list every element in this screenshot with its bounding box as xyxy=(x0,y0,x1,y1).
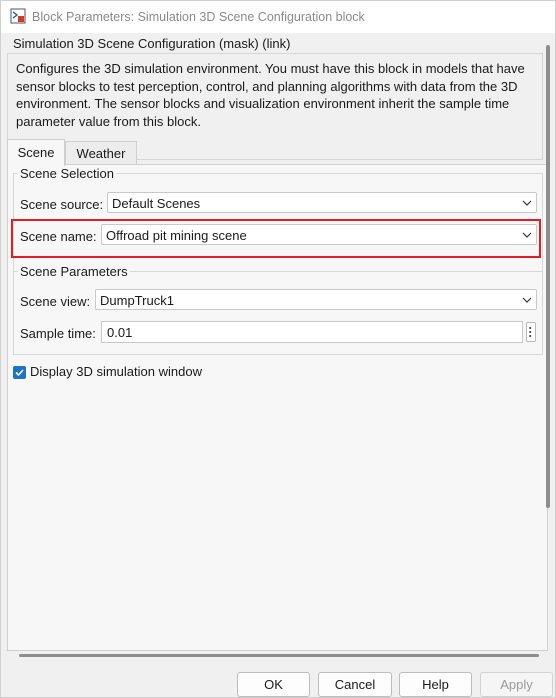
scene-name-label: Scene name: xyxy=(20,229,97,244)
scene-selection-label: Scene Selection xyxy=(18,166,116,181)
sample-time-more-button[interactable] xyxy=(526,322,536,342)
scene-parameters-label: Scene Parameters xyxy=(18,264,130,279)
vertical-ellipsis-icon xyxy=(529,326,532,338)
scene-name-dropdown[interactable]: Offroad pit mining scene xyxy=(101,224,537,245)
window-title: Block Parameters: Simulation 3D Scene Co… xyxy=(32,10,365,24)
chevron-down-icon xyxy=(522,200,532,206)
chevron-down-icon xyxy=(522,232,532,238)
scene-source-value: Default Scenes xyxy=(112,196,201,211)
sample-time-value: 0.01 xyxy=(107,325,133,340)
sample-time-label: Sample time: xyxy=(20,326,96,341)
tab-scene[interactable]: Scene xyxy=(7,139,65,166)
display-3d-window-label[interactable]: Display 3D simulation window xyxy=(30,364,202,379)
apply-button[interactable]: Apply xyxy=(480,672,553,697)
block-parameters-dialog: Block Parameters: Simulation 3D Scene Co… xyxy=(0,0,556,698)
chevron-down-icon xyxy=(522,297,532,303)
dialog-content: Simulation 3D Scene Configuration (mask)… xyxy=(4,33,552,653)
scene-name-value: Offroad pit mining scene xyxy=(106,228,247,243)
scene-view-value: DumpTruck1 xyxy=(100,293,174,308)
tab-weather[interactable]: Weather xyxy=(65,141,137,165)
scene-source-dropdown[interactable]: Default Scenes xyxy=(107,192,537,213)
ok-button[interactable]: OK xyxy=(237,672,310,697)
scene-tab-panel: Scene Selection Scene source: Default Sc… xyxy=(7,164,548,651)
mask-title: Simulation 3D Scene Configuration (mask)… xyxy=(13,36,291,51)
scene-view-label: Scene view: xyxy=(20,294,91,309)
display-3d-window-checkbox[interactable] xyxy=(13,366,26,379)
horizontal-scrollbar[interactable] xyxy=(19,654,539,657)
cancel-button[interactable]: Cancel xyxy=(318,672,392,697)
sample-time-input[interactable]: 0.01 xyxy=(101,321,523,343)
title-bar[interactable]: Block Parameters: Simulation 3D Scene Co… xyxy=(1,1,555,33)
vertical-scrollbar[interactable] xyxy=(546,45,550,508)
checkmark-icon xyxy=(15,369,24,377)
scene-source-label: Scene source: xyxy=(20,197,104,212)
simulink-block-icon xyxy=(10,8,26,24)
scene-view-dropdown[interactable]: DumpTruck1 xyxy=(95,289,537,310)
help-button[interactable]: Help xyxy=(399,672,472,697)
mask-description: Configures the 3D simulation environment… xyxy=(16,61,525,129)
tab-bar: Scene Weather xyxy=(7,139,547,166)
